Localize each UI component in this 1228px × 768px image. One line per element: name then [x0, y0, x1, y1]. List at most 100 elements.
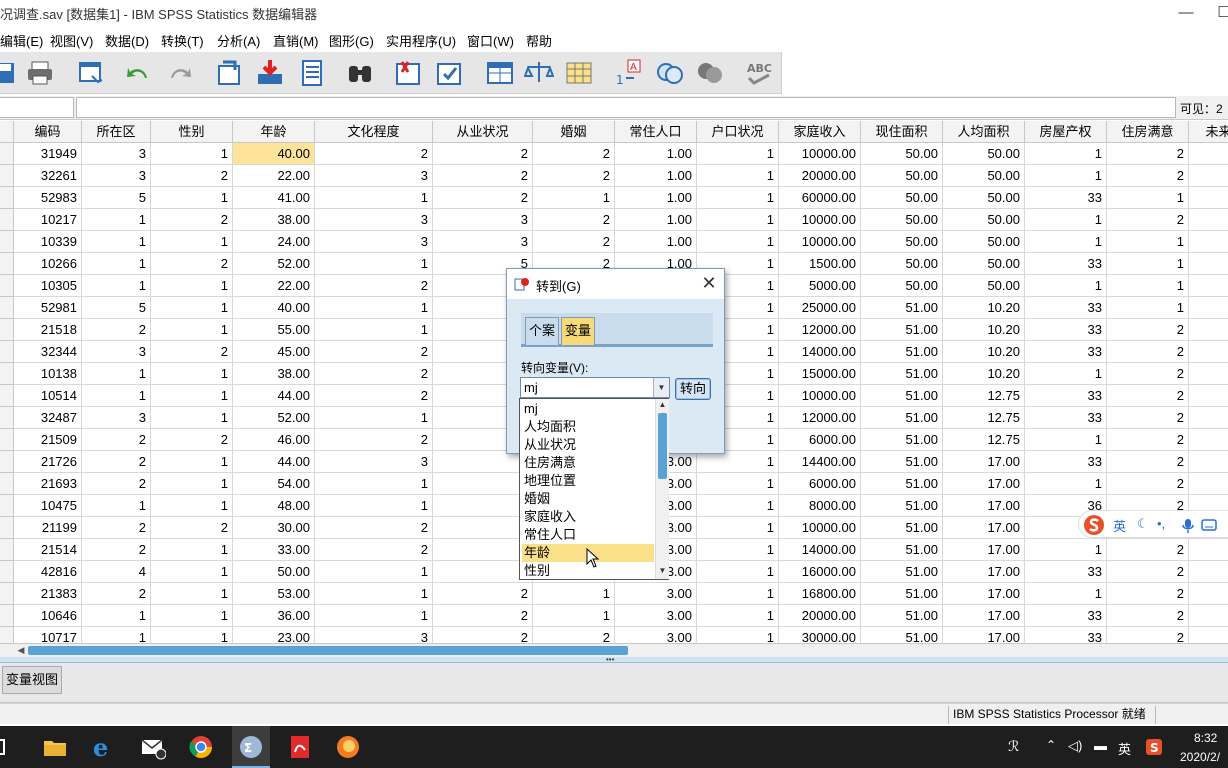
table-cell[interactable]: 1 [315, 561, 433, 583]
undo-icon[interactable] [123, 58, 153, 88]
goto-button[interactable]: 转向 [675, 378, 711, 400]
table-cell[interactable]: 3 [315, 627, 433, 643]
table-cell[interactable]: 23.00 [233, 627, 315, 643]
table-cell[interactable]: 3 [315, 451, 433, 473]
table-cell[interactable]: 46.00 [233, 429, 315, 451]
table-cell[interactable]: 51.00 [861, 539, 943, 561]
tab-variable[interactable]: 变量 [561, 317, 595, 345]
table-cell[interactable]: 10.20 [943, 319, 1025, 341]
menu-window[interactable]: 窗口(W) [467, 31, 514, 50]
table-cell[interactable]: 50.00 [943, 275, 1025, 297]
row-header[interactable] [0, 473, 14, 495]
table-cell[interactable]: 50.00 [861, 253, 943, 275]
table-cell[interactable]: 33 [1025, 341, 1107, 363]
table-cell[interactable]: 30.00 [233, 517, 315, 539]
table-cell[interactable]: 3.00 [615, 627, 697, 643]
dropdown-scrollbar[interactable]: ▲ ▼ [655, 399, 669, 579]
row-header[interactable] [0, 517, 14, 539]
scroll-left-icon[interactable]: ◀ [14, 644, 28, 657]
table-cell[interactable]: 51.00 [861, 385, 943, 407]
table-cell[interactable]: 3 [433, 231, 533, 253]
table-cell[interactable]: 2 [1107, 473, 1189, 495]
table-cell[interactable]: 50.00 [233, 561, 315, 583]
table-cell[interactable] [1189, 539, 1228, 561]
table-cell[interactable]: 2 [1107, 451, 1189, 473]
table-cell[interactable]: 1 [1025, 165, 1107, 187]
table-cell[interactable]: 1 [82, 275, 151, 297]
table-cell[interactable]: 1 [315, 253, 433, 275]
table-cell[interactable]: 17.00 [943, 627, 1025, 643]
recall-dialog-icon[interactable] [76, 58, 106, 88]
table-cell[interactable]: 2 [315, 341, 433, 363]
table-cell[interactable] [433, 539, 533, 561]
scrollbar-thumb[interactable] [28, 646, 628, 655]
table-cell[interactable] [1189, 253, 1228, 275]
table-cell[interactable] [1189, 473, 1228, 495]
table-cell[interactable]: 33 [1025, 627, 1107, 643]
table-cell[interactable]: 1 [151, 143, 233, 165]
table-cell[interactable]: 1 [151, 231, 233, 253]
table-cell[interactable]: 54.00 [233, 473, 315, 495]
table-cell[interactable]: 3 [315, 165, 433, 187]
tray-expand-icon[interactable]: ⌃ [1046, 738, 1056, 752]
punctuation-icon[interactable]: •, [1157, 516, 1165, 531]
table-cell[interactable]: 21518 [14, 319, 82, 341]
table-cell[interactable]: 10266 [14, 253, 82, 275]
table-cell[interactable]: 60000.00 [779, 187, 861, 209]
table-cell[interactable]: 2 [315, 363, 433, 385]
column-header[interactable]: 住房满意 [1107, 121, 1189, 143]
table-cell[interactable]: 2 [1107, 407, 1189, 429]
table-cell[interactable]: 1 [82, 363, 151, 385]
table-cell[interactable] [1189, 583, 1228, 605]
table-cell[interactable]: 1 [82, 385, 151, 407]
dropdown-option[interactable]: 婚姻 [522, 490, 654, 508]
table-cell[interactable]: 2 [151, 209, 233, 231]
table-cell[interactable]: 20000.00 [779, 605, 861, 627]
table-cell[interactable]: 10.20 [943, 363, 1025, 385]
table-cell[interactable]: 1 [151, 539, 233, 561]
table-cell[interactable] [1189, 209, 1228, 231]
table-cell[interactable]: 15000.00 [779, 363, 861, 385]
row-header[interactable] [0, 363, 14, 385]
table-cell[interactable]: 21199 [14, 517, 82, 539]
dropdown-option[interactable]: 人均面积 [522, 418, 654, 436]
save-icon[interactable] [0, 58, 20, 88]
table-cell[interactable]: 10646 [14, 605, 82, 627]
column-header[interactable]: 从业状况 [433, 121, 533, 143]
row-header[interactable] [0, 143, 14, 165]
moon-icon[interactable]: ☾ [1137, 516, 1149, 532]
row-header[interactable] [0, 319, 14, 341]
table-cell[interactable]: 33 [1025, 385, 1107, 407]
table-cell[interactable]: 1 [533, 583, 615, 605]
table-cell[interactable]: 1 [1107, 231, 1189, 253]
table-cell[interactable]: 2 [82, 451, 151, 473]
table-cell[interactable]: 50.00 [861, 187, 943, 209]
table-cell[interactable]: 2 [315, 385, 433, 407]
table-cell[interactable]: 10305 [14, 275, 82, 297]
row-header[interactable] [0, 605, 14, 627]
table-cell[interactable]: 40.00 [233, 297, 315, 319]
goto-variable-combo[interactable]: mj ▼ [520, 377, 670, 398]
clock-date[interactable]: 2020/2/ [1180, 750, 1220, 764]
table-cell[interactable] [1189, 275, 1228, 297]
table-cell[interactable]: 2 [433, 605, 533, 627]
table-cell[interactable]: 3 [82, 407, 151, 429]
table-cell[interactable]: 3 [315, 231, 433, 253]
table-cell[interactable]: 50.00 [861, 165, 943, 187]
table-cell[interactable]: 5 [82, 187, 151, 209]
column-header[interactable]: 人均面积 [943, 121, 1025, 143]
table-cell[interactable]: 50.00 [861, 209, 943, 231]
table-cell[interactable]: 1 [697, 517, 779, 539]
table-cell[interactable] [1189, 143, 1228, 165]
row-header[interactable] [0, 165, 14, 187]
table-cell[interactable] [1189, 385, 1228, 407]
mail-icon[interactable] [140, 734, 166, 760]
ime-language[interactable]: 英 [1113, 516, 1126, 535]
menu-help[interactable]: 帮助 [526, 31, 552, 50]
row-header[interactable] [0, 275, 14, 297]
table-cell[interactable]: 1 [1025, 539, 1107, 561]
table-cell[interactable] [1189, 319, 1228, 341]
redo-icon[interactable] [165, 58, 195, 88]
spell-check-icon[interactable]: ABC [745, 58, 775, 88]
table-cell[interactable]: 51.00 [861, 517, 943, 539]
